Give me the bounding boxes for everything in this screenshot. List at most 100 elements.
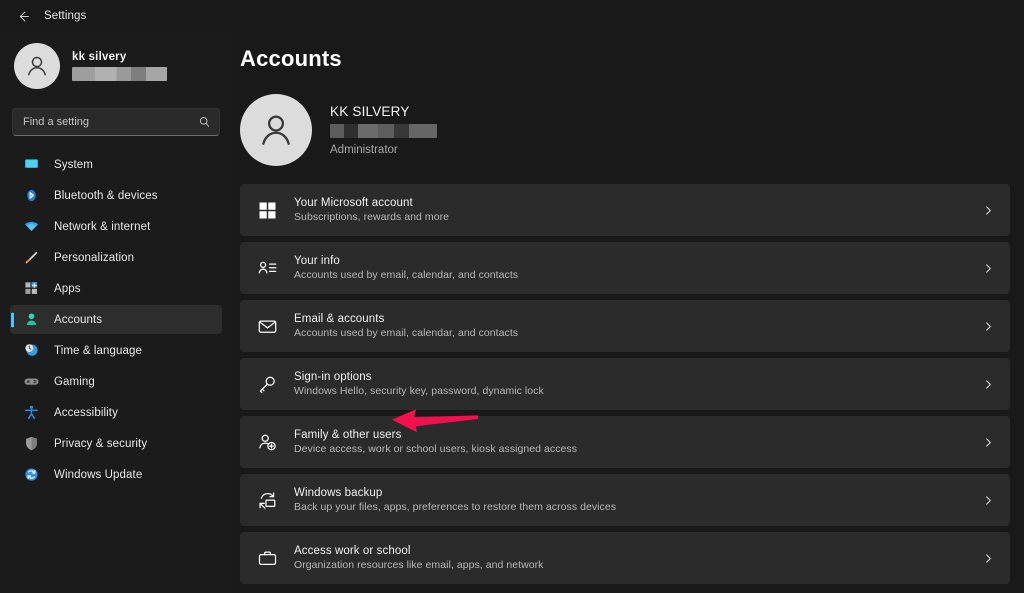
sidebar-profile-text: kk silvery bbox=[72, 51, 167, 81]
card-title: Family & other users bbox=[294, 429, 402, 441]
sidebar-item-accessibility[interactable]: Accessibility bbox=[10, 398, 222, 427]
sidebar-item-windows-update[interactable]: Windows Update bbox=[10, 460, 222, 489]
card-your-microsoft-account[interactable]: Your Microsoft account Subscriptions, re… bbox=[240, 184, 1010, 236]
card-title: Sign-in options bbox=[294, 371, 372, 383]
sidebar-item-label: System bbox=[54, 158, 93, 171]
monitor-icon bbox=[22, 156, 40, 174]
card-windows-backup[interactable]: Windows backup Back up your files, apps,… bbox=[240, 474, 1010, 526]
card-email-accounts[interactable]: Email & accounts Accounts used by email,… bbox=[240, 300, 1010, 352]
person-add-icon bbox=[254, 429, 280, 455]
card-title: Email & accounts bbox=[294, 313, 385, 325]
settings-window: Settings kk silvery Find a setting Syste… bbox=[0, 0, 1024, 593]
settings-card-list: Your Microsoft account Subscriptions, re… bbox=[240, 184, 1010, 584]
sidebar-nav: System Bluetooth & devices Network & int… bbox=[10, 150, 222, 489]
sidebar-profile-email-redacted bbox=[72, 67, 167, 81]
accessibility-icon bbox=[22, 404, 40, 422]
window-body: kk silvery Find a setting System Bluetoo… bbox=[0, 32, 1024, 593]
card-text: Your info Accounts used by email, calend… bbox=[294, 255, 983, 281]
sidebar-item-label: Accounts bbox=[54, 313, 103, 326]
sidebar-item-label: Time & language bbox=[54, 344, 143, 357]
main-content: Accounts KK SILVERY Administrator Your M… bbox=[232, 32, 1024, 593]
sidebar-item-label: Apps bbox=[54, 282, 81, 295]
user-avatar-icon bbox=[28, 56, 46, 76]
sidebar-item-label: Personalization bbox=[54, 251, 135, 264]
sidebar-item-label: Privacy & security bbox=[54, 437, 148, 450]
card-subtitle: Accounts used by email, calendar, and co… bbox=[294, 269, 519, 281]
card-access-work-or-school[interactable]: Access work or school Organization resou… bbox=[240, 532, 1010, 584]
sidebar-item-privacy-security[interactable]: Privacy & security bbox=[10, 429, 222, 458]
card-subtitle: Back up your files, apps, preferences to… bbox=[294, 501, 617, 513]
window-title: Settings bbox=[44, 10, 87, 22]
search-container bbox=[12, 108, 220, 136]
card-text: Windows backup Back up your files, apps,… bbox=[294, 487, 983, 513]
card-text: Your Microsoft account Subscriptions, re… bbox=[294, 197, 983, 223]
sidebar-item-label: Accessibility bbox=[54, 406, 118, 419]
chevron-right-icon[interactable] bbox=[983, 321, 994, 332]
sidebar-item-time-language[interactable]: Time & language bbox=[10, 336, 222, 365]
account-email-redacted bbox=[330, 124, 437, 138]
account-text: KK SILVERY Administrator bbox=[330, 104, 437, 156]
card-sign-in-options[interactable]: Sign-in options Windows Hello, security … bbox=[240, 358, 1010, 410]
chevron-right-icon[interactable] bbox=[983, 379, 994, 390]
wifi-icon bbox=[22, 218, 40, 236]
chevron-right-icon[interactable] bbox=[983, 553, 994, 564]
card-subtitle: Organization resources like email, apps,… bbox=[294, 559, 544, 571]
microsoft-logo-icon bbox=[254, 197, 280, 223]
avatar bbox=[14, 43, 60, 89]
sidebar-item-apps[interactable]: Apps bbox=[10, 274, 222, 303]
user-avatar-icon bbox=[262, 115, 290, 145]
back-button[interactable] bbox=[10, 3, 36, 29]
sidebar-item-accounts[interactable]: Accounts bbox=[10, 305, 222, 334]
person-icon bbox=[22, 311, 40, 329]
card-text: Access work or school Organization resou… bbox=[294, 545, 983, 571]
card-subtitle: Subscriptions, rewards and more bbox=[294, 211, 450, 223]
chevron-right-icon[interactable] bbox=[983, 437, 994, 448]
card-your-info[interactable]: Your info Accounts used by email, calend… bbox=[240, 242, 1010, 294]
key-icon bbox=[254, 371, 280, 397]
bluetooth-icon bbox=[22, 187, 40, 205]
sidebar-item-bluetooth-devices[interactable]: Bluetooth & devices bbox=[10, 181, 222, 210]
card-subtitle: Windows Hello, security key, password, d… bbox=[294, 385, 544, 397]
backup-sync-icon bbox=[254, 487, 280, 513]
person-list-icon bbox=[254, 255, 280, 281]
account-role: Administrator bbox=[330, 144, 398, 156]
card-text: Sign-in options Windows Hello, security … bbox=[294, 371, 983, 397]
envelope-icon bbox=[254, 313, 280, 339]
card-title: Access work or school bbox=[294, 545, 411, 557]
sidebar-item-label: Gaming bbox=[54, 375, 95, 388]
page-title: Accounts bbox=[240, 46, 342, 71]
card-title: Your info bbox=[294, 255, 340, 267]
shield-icon bbox=[22, 435, 40, 453]
sidebar-item-network-internet[interactable]: Network & internet bbox=[10, 212, 222, 241]
clock-globe-icon bbox=[22, 342, 40, 360]
card-title: Your Microsoft account bbox=[294, 197, 413, 209]
sidebar-item-label: Bluetooth & devices bbox=[54, 189, 158, 202]
card-subtitle: Device access, work or school users, kio… bbox=[294, 443, 578, 455]
sidebar-item-gaming[interactable]: Gaming bbox=[10, 367, 222, 396]
back-arrow-icon bbox=[19, 10, 29, 22]
gamepad-icon bbox=[22, 373, 40, 391]
update-refresh-icon bbox=[22, 466, 40, 484]
briefcase-icon bbox=[254, 545, 280, 571]
sidebar-profile[interactable]: kk silvery bbox=[14, 38, 222, 94]
chevron-right-icon[interactable] bbox=[983, 495, 994, 506]
chevron-right-icon[interactable] bbox=[983, 205, 994, 216]
card-title: Windows backup bbox=[294, 487, 383, 499]
sidebar-item-label: Network & internet bbox=[54, 220, 151, 233]
sidebar-profile-name: kk silvery bbox=[72, 51, 127, 63]
apps-grid-icon bbox=[22, 280, 40, 298]
sidebar-item-label: Windows Update bbox=[54, 468, 143, 481]
paintbrush-icon bbox=[22, 249, 40, 267]
card-family-other-users[interactable]: Family & other users Device access, work… bbox=[240, 416, 1010, 468]
card-subtitle: Accounts used by email, calendar, and co… bbox=[294, 327, 519, 339]
sidebar-item-personalization[interactable]: Personalization bbox=[10, 243, 222, 272]
sidebar-item-system[interactable]: System bbox=[10, 150, 222, 179]
card-text: Email & accounts Accounts used by email,… bbox=[294, 313, 983, 339]
title-bar: Settings bbox=[0, 0, 1024, 32]
card-text: Family & other users Device access, work… bbox=[294, 429, 983, 455]
sidebar: kk silvery Find a setting System Bluetoo… bbox=[0, 32, 232, 593]
chevron-right-icon[interactable] bbox=[983, 263, 994, 274]
search-input[interactable] bbox=[12, 108, 220, 136]
account-name: KK SILVERY bbox=[330, 104, 410, 119]
account-header: KK SILVERY Administrator bbox=[240, 94, 1010, 166]
